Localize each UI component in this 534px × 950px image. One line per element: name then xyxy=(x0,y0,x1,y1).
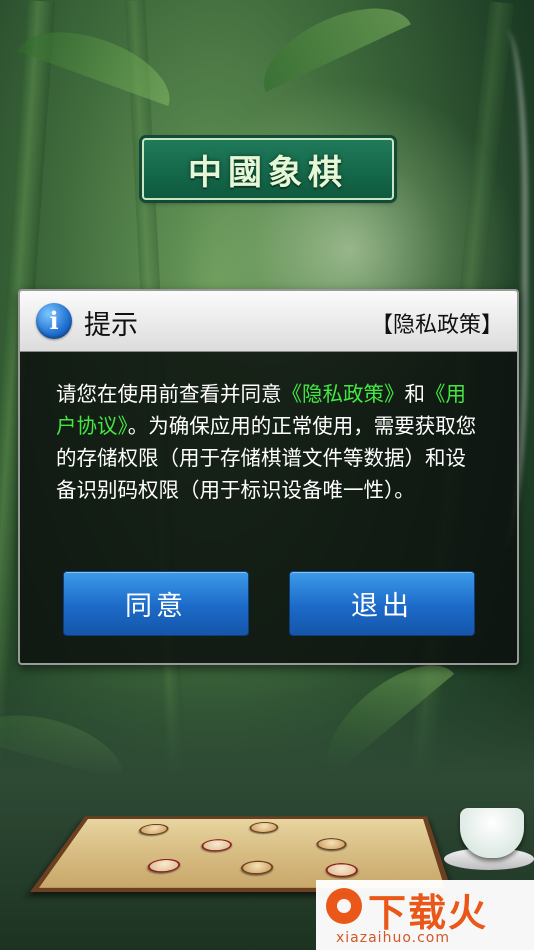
chess-piece xyxy=(199,839,234,852)
game-logo: 中國象棋 xyxy=(142,138,394,200)
chess-piece xyxy=(144,858,183,873)
agree-button[interactable]: 同意 xyxy=(63,571,249,636)
privacy-dialog: i 提示 【隐私政策】 请您在使用前查看并同意《隐私政策》和《用户协议》。为确保… xyxy=(18,289,519,665)
site-watermark: 下载火 xiazaihuo.com xyxy=(316,880,534,950)
chess-piece xyxy=(325,863,359,878)
exit-button[interactable]: 退出 xyxy=(289,571,475,636)
chess-piece xyxy=(316,838,347,851)
dialog-title: 提示 xyxy=(84,310,138,341)
watermark-url: xiazaihuo.com xyxy=(336,930,450,946)
info-icon: i xyxy=(36,303,72,339)
game-logo-text: 中國象棋 xyxy=(188,152,348,193)
chess-piece xyxy=(248,821,279,833)
watermark-title: 下载火 xyxy=(368,891,489,935)
privacy-policy-inline-link[interactable]: 《隐私政策》 xyxy=(282,382,405,406)
watermark-logo-icon xyxy=(326,888,362,924)
message-text: 请您在使用前查看并同意 xyxy=(56,382,282,406)
bamboo-leaf xyxy=(249,0,411,92)
privacy-policy-link[interactable]: 【隐私政策】 xyxy=(371,307,503,339)
dialog-header: i 提示 【隐私政策】 xyxy=(20,291,517,352)
chess-piece xyxy=(239,860,274,875)
chess-piece xyxy=(136,823,171,836)
message-text: 和 xyxy=(404,382,426,406)
dialog-message: 请您在使用前查看并同意《隐私政策》和《用户协议》。为确保应用的正常使用，需要获取… xyxy=(20,352,517,506)
